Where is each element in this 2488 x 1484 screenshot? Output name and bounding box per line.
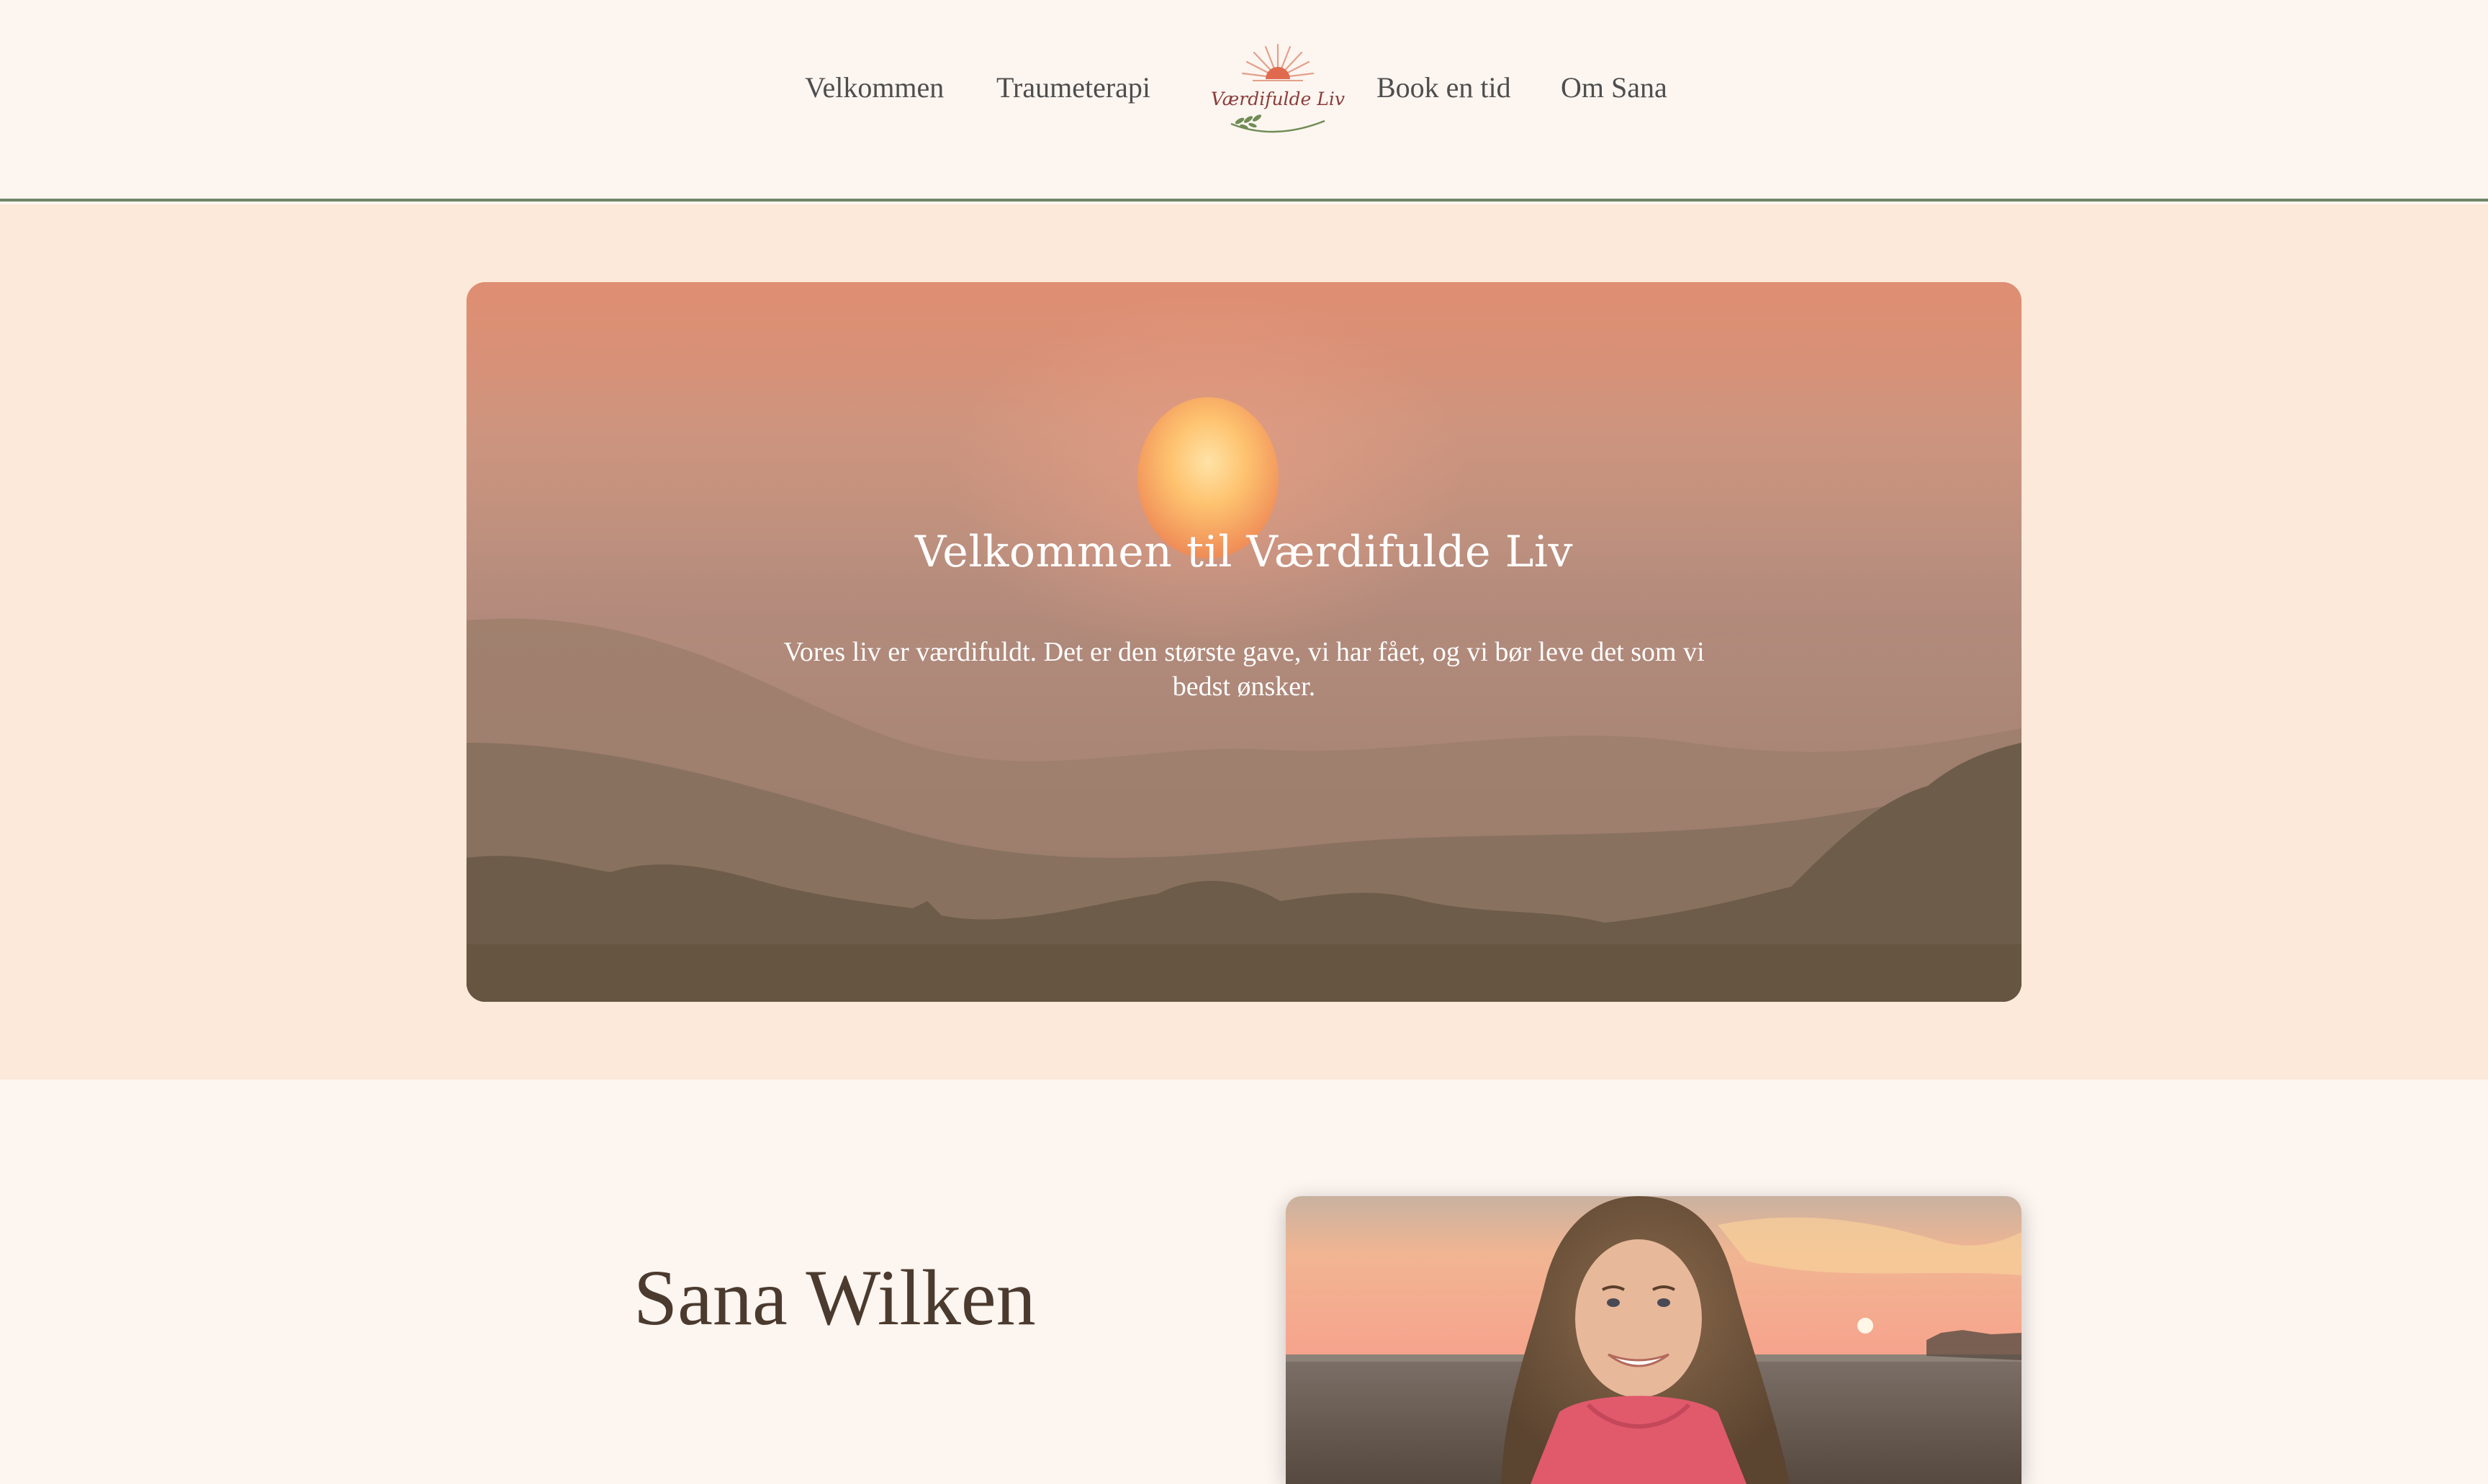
logo-wordmark: Værdifulde Liv (1211, 89, 1345, 109)
nav-book-en-tid[interactable]: Book en tid (1376, 71, 1511, 104)
hero-title: Velkommen til Værdifulde Liv (914, 527, 1574, 577)
portrait-photo (1286, 1196, 2022, 1484)
nav-traumeterapi[interactable]: Traumeterapi (996, 71, 1150, 104)
nav-om-sana[interactable]: Om Sana (1561, 71, 1667, 104)
site-header: Velkommen Traumeterapi Værdifulde Liv Bo… (0, 0, 2488, 202)
sunrise-leaf-logo-icon: Værdifulde Liv (1211, 43, 1345, 133)
hero-description: Vores liv er værdifuldt. Det er den stør… (783, 637, 1705, 702)
nav-velkommen[interactable]: Velkommen (805, 71, 944, 104)
hero-banner: Velkommen til Værdifulde Liv Vores liv e… (466, 282, 2022, 1002)
portrait-image (1286, 1196, 2022, 1484)
site-logo[interactable]: Værdifulde Liv (1209, 40, 1346, 141)
about-heading: Sana Wilken (634, 1254, 1036, 1342)
